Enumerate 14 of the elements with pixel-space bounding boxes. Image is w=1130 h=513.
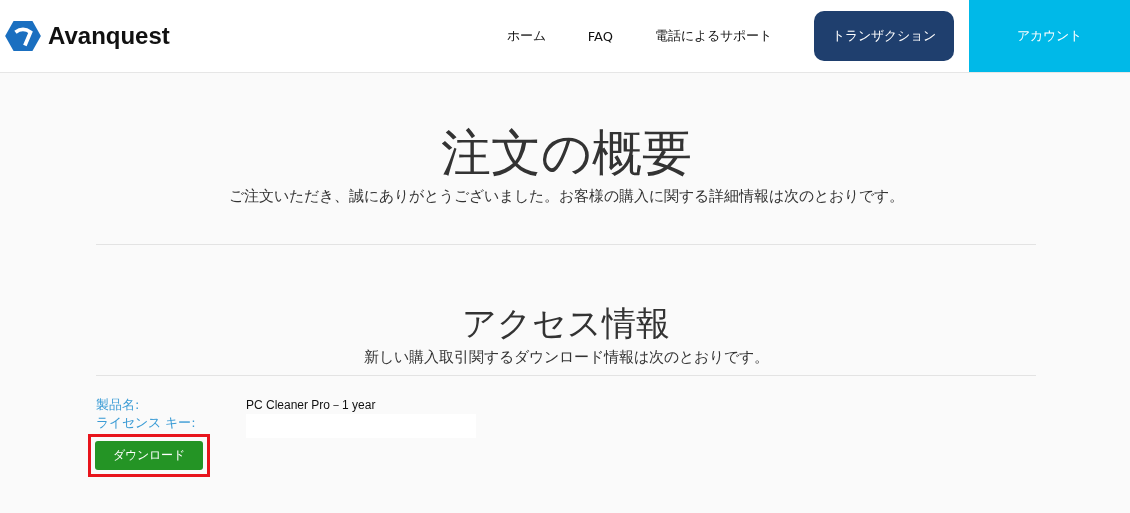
logo-text: Avanquest [48,22,170,50]
logo-icon [4,20,42,52]
section-title: アクセス情報 [462,305,670,343]
field-value: PC Cleaner Pro－1 year [246,396,376,414]
nav-link[interactable]: トランザクション [814,11,954,61]
nav-link[interactable]: FAQ [587,16,613,56]
intro-text: ご注文いただき、誠にありがとうございました。お客様の購入に関する詳細情報は次のとおりです。 [228,187,904,206]
nav-link[interactable]: 電話によるサポート [655,15,772,57]
field-label: ライセンス キー: [96,414,197,433]
download-button[interactable]: ダウンロード [95,441,203,471]
page-title: 注文の概要 [440,123,692,183]
field-label: 製品名: [96,396,141,415]
section-text: 新しい購入取引関するダウンロード情報は次のとおりです。 [363,348,769,368]
nav-link[interactable]: ホーム [506,15,546,57]
